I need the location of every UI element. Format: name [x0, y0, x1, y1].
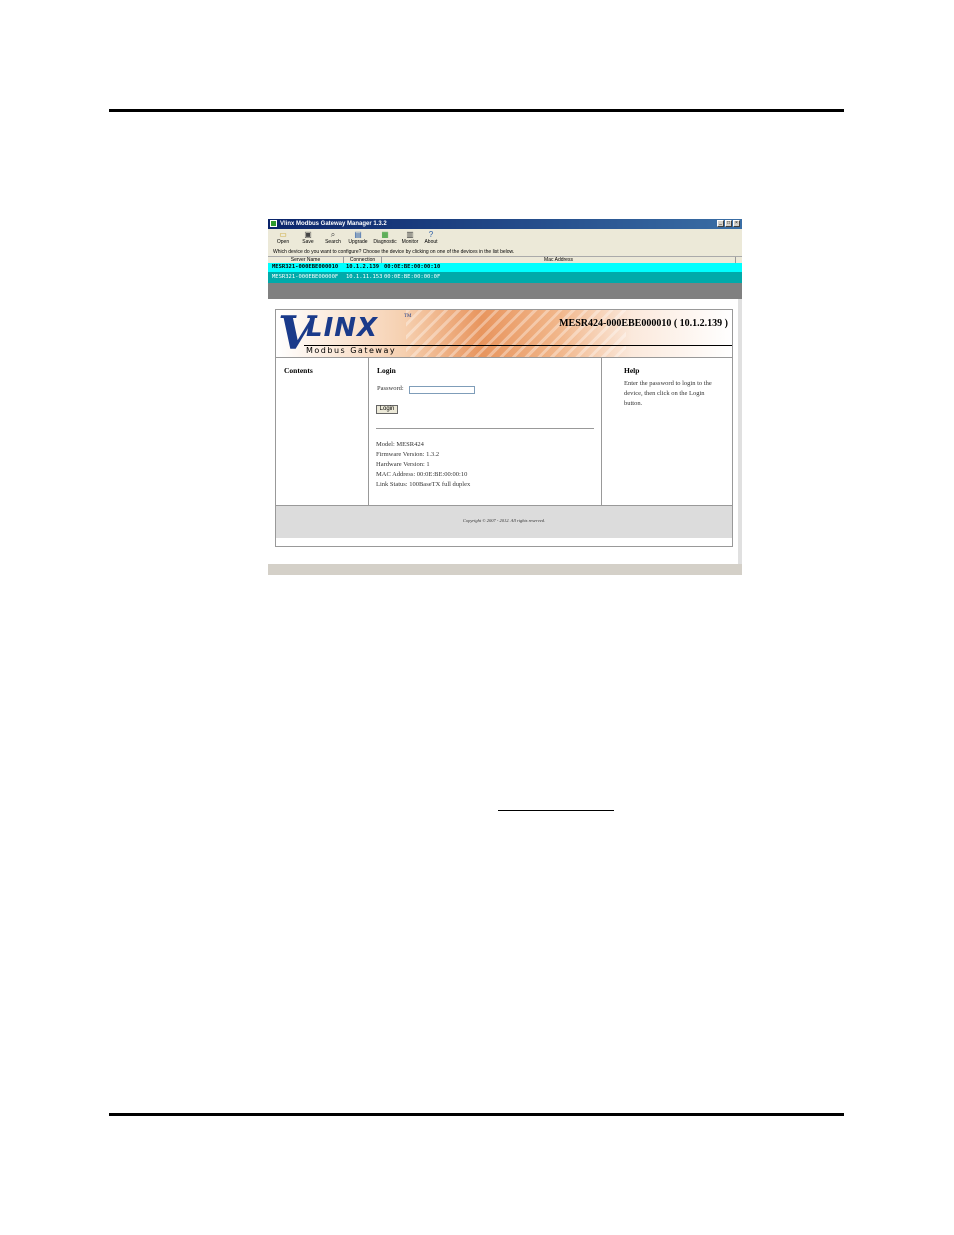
trademark-mark: TM [404, 314, 412, 319]
status-bar [268, 564, 742, 575]
search-label: Search [325, 239, 341, 245]
list-empty-area [268, 283, 742, 299]
device-mac: 00:0E:BE:00:00:0F [384, 274, 441, 280]
close-button[interactable]: × [733, 220, 740, 227]
disk-icon: ▣ [304, 230, 312, 239]
save-label: Save [302, 239, 314, 245]
diagnostic-label: Diagnostic [373, 239, 397, 245]
search-icon: ⌕ [330, 230, 336, 239]
monitor-label: Monitor [401, 239, 419, 245]
password-input[interactable] [409, 386, 475, 394]
login-button[interactable]: Login [376, 405, 398, 414]
open-label: Open [276, 239, 290, 245]
app-icon [270, 220, 277, 227]
device-list-header: Server Name Connection Mac Address [268, 256, 742, 264]
upgrade-button[interactable]: ▤ Upgrade [345, 230, 371, 245]
help-line: Enter the password to login to the [624, 380, 712, 387]
title-bar: Vlinx Modbus Gateway Manager 1.3.2 _ □ × [268, 219, 742, 229]
info-separator [376, 428, 594, 429]
header-banner: V LINX TM Modbus Gateway MESR424-000EBE0… [276, 310, 732, 357]
device-web-page: V LINX TM Modbus Gateway MESR424-000EBE0… [275, 309, 733, 547]
open-button[interactable]: ▭ Open [270, 230, 296, 245]
window-controls: _ □ × [717, 220, 740, 227]
window-title: Vlinx Modbus Gateway Manager 1.3.2 [280, 221, 387, 227]
web-view: V LINX TM Modbus Gateway MESR424-000EBE0… [268, 299, 742, 564]
search-button[interactable]: ⌕ Search [320, 230, 346, 245]
device-mac: 00:0E:BE:00:00:10 [384, 264, 441, 270]
underline-rule [498, 810, 614, 811]
device-name: MESR321-000EBE00000F [272, 274, 339, 280]
top-rule [109, 109, 844, 112]
upgrade-icon: ▤ [354, 230, 362, 239]
device-title: MESR424-000EBE000010 ( 10.1.2.139 ) [559, 318, 728, 329]
minimize-button[interactable]: _ [717, 220, 724, 227]
firmware-text: Firmware Version: 1.3.2 [376, 451, 440, 458]
maximize-button[interactable]: □ [725, 220, 732, 227]
device-info: Model: MESR424 Firmware Version: 1.3.2 H… [376, 440, 470, 490]
help-line: button. [624, 400, 643, 407]
vertical-scrollbar[interactable] [738, 299, 742, 564]
device-connection: 10.1.11.153 [346, 274, 383, 280]
help-line: device, then click on the Login [624, 390, 705, 397]
help-heading: Help [624, 366, 640, 375]
model-text: Model: MESR424 [376, 441, 424, 448]
link-status-text: Link Status: 100BaseTX full duplex [376, 481, 471, 488]
about-label: About [424, 239, 438, 245]
logo-subtitle: Modbus Gateway [306, 346, 397, 355]
bottom-rule [109, 1113, 844, 1116]
device-connection: 10.1.2.139 [346, 264, 380, 270]
hardware-text: Hardware Version: 1 [376, 461, 430, 468]
column-divider [601, 358, 602, 506]
mac-text: MAC Address: 00:0E:BE:00:00:10 [376, 471, 468, 478]
content-columns: Contents Login Password: Login Model: ME… [276, 357, 732, 506]
column-divider [368, 358, 369, 506]
login-heading: Login [377, 366, 396, 375]
page-footer: Copyright © 2007 - 2012. All rights rese… [276, 506, 732, 538]
diagnostic-icon: ▦ [381, 230, 389, 239]
vlinx-logo-text: LINX [306, 313, 379, 343]
password-label: Password: [377, 385, 404, 392]
copyright-text: Copyright © 2007 - 2012. All rights rese… [462, 518, 546, 523]
about-button[interactable]: ? About [418, 230, 444, 245]
help-icon: ? [428, 230, 434, 239]
device-row[interactable]: MESR321-000EBE000010 10.1.2.139 00:0E:BE… [268, 263, 742, 272]
toolbar: ▭ Open ▣ Save ⌕ Search ▤ Upgrade ▦ Diagn… [268, 229, 742, 249]
diagnostic-button[interactable]: ▦ Diagnostic [372, 230, 398, 245]
contents-heading: Contents [284, 366, 313, 375]
upgrade-label: Upgrade [348, 239, 368, 245]
app-screenshot: Vlinx Modbus Gateway Manager 1.3.2 _ □ ×… [268, 219, 742, 575]
save-button[interactable]: ▣ Save [295, 230, 321, 245]
folder-icon: ▭ [279, 230, 287, 239]
device-row[interactable]: MESR321-000EBE00000F 10.1.11.153 00:0E:B… [268, 272, 742, 283]
device-name: MESR321-000EBE000010 [272, 264, 339, 270]
help-text: Enter the password to login to the devic… [624, 379, 712, 409]
device-prompt: Which device do you want to configure? C… [268, 249, 742, 256]
